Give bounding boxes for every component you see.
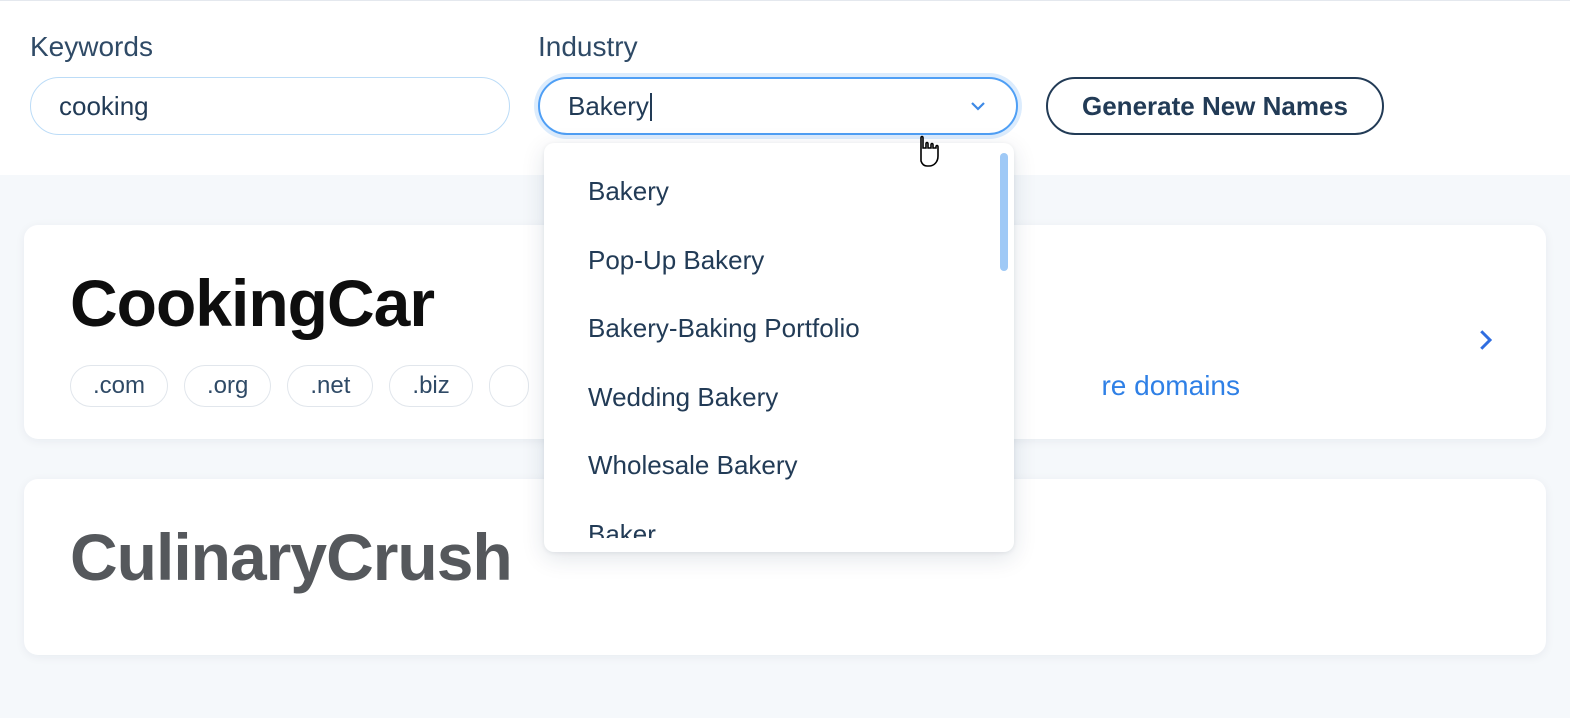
tld-pill[interactable]: .org	[184, 365, 271, 407]
tld-pill[interactable]: .com	[70, 365, 168, 407]
keywords-input[interactable]	[30, 77, 510, 135]
dropdown-option[interactable]: Wedding Bakery	[544, 363, 1014, 432]
industry-label: Industry	[538, 31, 1018, 63]
tld-pill[interactable]: .net	[287, 365, 373, 407]
tld-pill[interactable]	[489, 365, 529, 407]
generate-names-button[interactable]: Generate New Names	[1046, 77, 1384, 135]
dropdown-option[interactable]: Wholesale Bakery	[544, 431, 1014, 500]
dropdown-option[interactable]: Bakery-Baking Portfolio	[544, 294, 1014, 363]
more-domains-link[interactable]: re domains	[1101, 370, 1240, 402]
search-form-row: Keywords Industry Bakery Bakery Pop-Up B…	[0, 1, 1570, 175]
keywords-field-group: Keywords	[30, 31, 510, 135]
chevron-right-icon[interactable]	[1470, 325, 1500, 360]
industry-combobox[interactable]: Bakery	[538, 77, 1018, 135]
tld-pill[interactable]: .biz	[389, 365, 472, 407]
industry-dropdown: Bakery Pop-Up Bakery Bakery-Baking Portf…	[544, 143, 1014, 552]
dropdown-option[interactable]: Pop-Up Bakery	[544, 226, 1014, 295]
dropdown-option[interactable]: Baker	[544, 500, 1014, 538]
industry-combobox-value: Bakery	[568, 91, 649, 122]
chevron-down-icon	[966, 94, 990, 118]
keywords-label: Keywords	[30, 31, 510, 63]
industry-field-group: Industry Bakery Bakery Pop-Up Bakery Bak…	[538, 31, 1018, 135]
dropdown-scrollbar[interactable]	[1000, 153, 1008, 271]
dropdown-option[interactable]: Bakery	[544, 157, 1014, 226]
